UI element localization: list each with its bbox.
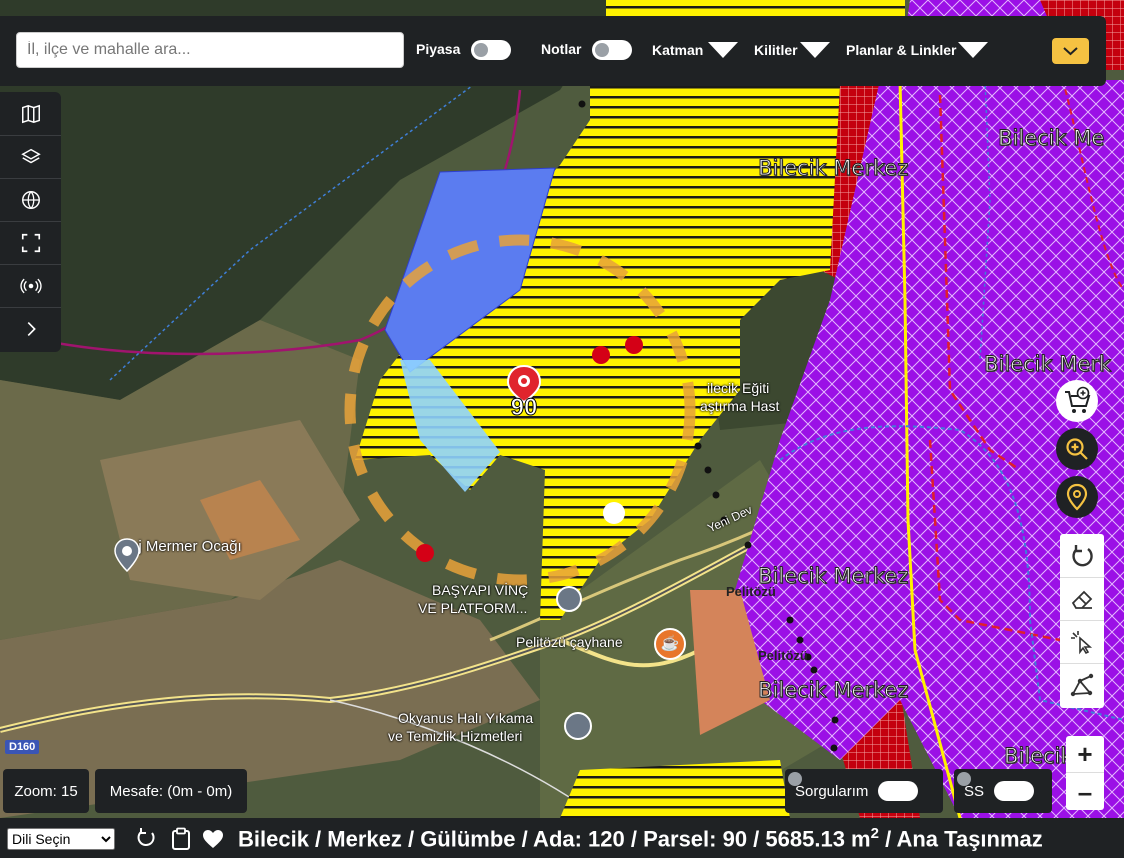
zone-label: Bilecik Merkez — [757, 564, 909, 589]
address-main: Bilecik / Merkez / Gülümbe / Ada: 120 / … — [238, 826, 871, 852]
crane-label-1: BAŞYAPI VİNÇ — [432, 582, 529, 598]
broadcast-icon — [19, 278, 42, 293]
add-to-cart-button[interactable] — [1056, 380, 1098, 422]
planlar-dropdown[interactable]: Planlar & Linkler — [846, 34, 992, 68]
carpet-label-1: Okyanus Halı Yıkama — [398, 710, 534, 726]
piyasa-toggle[interactable] — [471, 40, 511, 60]
zoom-out-button[interactable]: – — [1066, 774, 1104, 810]
globe-button[interactable] — [0, 178, 61, 222]
zoom-level-text: Zoom: 15 — [14, 782, 78, 800]
locate-button[interactable] — [1056, 476, 1098, 518]
chevron-down-icon — [708, 42, 738, 58]
fullscreen-button[interactable] — [0, 221, 61, 265]
cart-plus-icon — [1065, 386, 1091, 413]
notlar-label: Notlar — [541, 41, 582, 57]
carpet-label-2: ve Temizlik Hizmetleri — [388, 728, 523, 744]
chevron-down-icon — [1063, 47, 1078, 56]
expand-menu-button[interactable] — [1052, 38, 1089, 64]
distance-text: Mesafe: (0m - 0m) — [109, 782, 233, 800]
zoom-to-parcel-button[interactable] — [1056, 428, 1098, 470]
top-toolbar: Piyasa Notlar Katman Kilitler Planlar & … — [0, 16, 1106, 86]
katman-label: Katman — [652, 42, 704, 58]
heart-icon[interactable] — [202, 829, 224, 849]
zoom-in-button[interactable]: + — [1066, 736, 1104, 773]
edu-label-1: ilecik Eğiti — [707, 380, 770, 396]
broadcast-button[interactable] — [0, 264, 61, 308]
zone-label: Bilecik Merkez — [757, 156, 909, 181]
zone-label: Bilecik Me — [997, 126, 1105, 151]
left-sidebar — [0, 92, 61, 352]
select-tool-button[interactable] — [1060, 620, 1104, 664]
distance-indicator: Mesafe: (0m - 0m) — [95, 769, 247, 813]
kilitler-label: Kilitler — [754, 42, 798, 58]
sorgularim-control: Sorgularım — [785, 769, 943, 813]
katman-dropdown[interactable]: Katman — [652, 34, 742, 68]
map-view-button[interactable] — [0, 92, 61, 136]
village-label: Pelitözü — [758, 648, 808, 663]
refresh-icon[interactable] — [135, 827, 157, 849]
sorgularim-toggle[interactable] — [878, 781, 919, 801]
polyline-icon — [1070, 673, 1094, 696]
eraser-icon — [1071, 590, 1093, 609]
cursor-pointer-icon — [1071, 630, 1093, 654]
parcel-marker[interactable]: 90 — [506, 364, 542, 422]
layers-icon — [20, 148, 41, 163]
edu-label-2: aştırma Hast — [700, 398, 780, 414]
bottom-status-bar: Dili Seçin Bilecik / Merkez / Gülümbe / … — [0, 818, 1124, 858]
draw-polyline-button[interactable] — [1060, 663, 1104, 706]
chevron-right-icon — [27, 321, 36, 336]
cafe-label: Pelitözü çayhane — [516, 634, 623, 650]
planlar-label: Planlar & Linkler — [846, 42, 957, 58]
address-tail: / Ana Taşınmaz — [878, 826, 1043, 852]
piyasa-label: Piyasa — [416, 41, 461, 57]
zone-label: Bilecik Merk — [983, 352, 1112, 377]
poi-carpet-pin[interactable] — [564, 712, 592, 740]
search-input[interactable] — [16, 32, 404, 68]
parcel-address: Bilecik / Merkez / Gülümbe / Ada: 120 / … — [238, 825, 1043, 852]
language-select[interactable]: Dili Seçin — [7, 828, 115, 850]
clipboard-icon[interactable] — [170, 827, 192, 851]
layers-button[interactable] — [0, 135, 61, 179]
notlar-toggle[interactable] — [592, 40, 632, 60]
sorgularim-label: Sorgularım — [795, 782, 869, 800]
zoom-controls: + – — [1066, 736, 1104, 810]
ss-toggle[interactable] — [994, 781, 1035, 801]
poi-pin-icon — [114, 538, 140, 572]
poi-quarry[interactable]: Bej Mermer Ocağı — [114, 538, 242, 572]
expand-sidebar-button[interactable] — [0, 307, 61, 350]
reset-button[interactable] — [1060, 534, 1104, 578]
parcel-number-label: 90 — [510, 394, 538, 422]
road-sign: D160 — [5, 740, 40, 754]
chevron-down-icon — [800, 42, 830, 58]
village-label: Pelitözü — [726, 584, 776, 599]
refresh-icon — [1072, 544, 1093, 566]
location-icon — [1066, 483, 1088, 511]
crane-label-2: VE PLATFORM... — [418, 600, 528, 616]
kilitler-dropdown[interactable]: Kilitler — [754, 34, 834, 68]
map-icon — [21, 104, 40, 123]
zone-label: Bilecik Merkez — [757, 678, 909, 703]
ss-control: SS — [954, 769, 1052, 813]
address-superscript: 2 — [870, 825, 879, 842]
poi-crane-pin[interactable] — [556, 586, 582, 612]
cafe-icon[interactable]: ☕ — [654, 628, 686, 660]
globe-icon — [21, 190, 40, 209]
eraser-button[interactable] — [1060, 577, 1104, 621]
drawing-tools — [1060, 534, 1104, 708]
chevron-down-icon — [958, 42, 988, 58]
map-canvas[interactable]: 90 Bej Mermer Ocağı BAŞYAPI VİNÇ VE PLAT… — [0, 0, 1124, 818]
zoom-level-indicator: Zoom: 15 — [3, 769, 89, 813]
zoom-in-icon — [1066, 438, 1088, 460]
fullscreen-icon — [21, 233, 40, 252]
